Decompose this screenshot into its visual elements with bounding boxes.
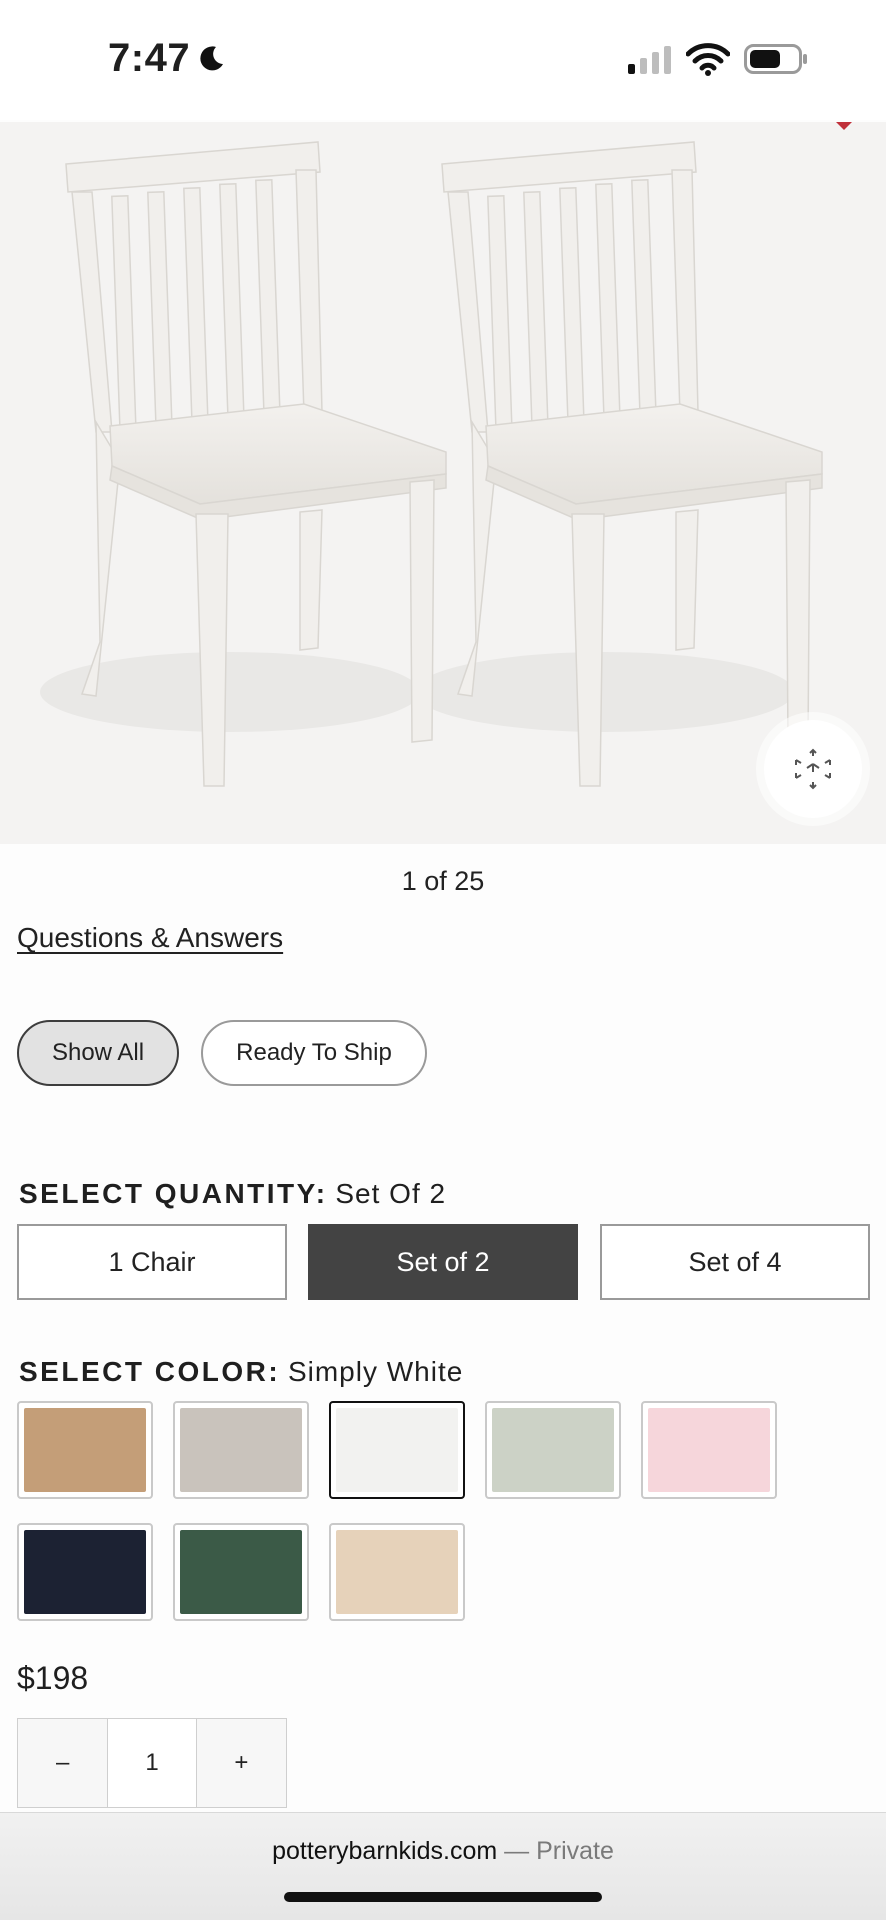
product-image[interactable]	[0, 122, 886, 844]
color-swatch[interactable]	[173, 1401, 309, 1499]
select-color-value: Simply White	[287, 1356, 464, 1387]
cellular-signal-icon	[628, 46, 671, 74]
chair-pair-illustration	[40, 141, 823, 787]
quantity-stepper: – 1 +	[17, 1718, 287, 1808]
swatch-color-fill	[492, 1408, 614, 1492]
image-counter: 1 of 25	[401, 866, 485, 896]
filter-ready-to-ship[interactable]: Ready To Ship	[201, 1020, 427, 1086]
increase-quantity-button[interactable]: +	[197, 1719, 286, 1807]
swatch-color-fill	[336, 1408, 458, 1492]
quantity-option-set-of-4[interactable]: Set of 4	[600, 1224, 870, 1300]
battery-icon	[744, 44, 807, 74]
moon-icon	[200, 45, 224, 70]
swatch-color-fill	[24, 1530, 146, 1614]
color-swatch[interactable]	[173, 1523, 309, 1621]
select-quantity-label: SELECT QUANTITY:	[19, 1178, 328, 1209]
swatch-color-fill	[336, 1530, 458, 1614]
select-color-heading: SELECT COLOR: Simply White	[19, 1356, 463, 1388]
wifi-icon	[686, 43, 730, 76]
quantity-option-set-of-2[interactable]: Set of 2	[308, 1224, 578, 1300]
decrease-quantity-button[interactable]: –	[18, 1719, 107, 1807]
color-swatch[interactable]	[17, 1523, 153, 1621]
home-indicator[interactable]	[284, 1892, 602, 1902]
swatch-color-fill	[180, 1408, 302, 1492]
address-text: potterybarnkids.com — Private	[0, 1837, 886, 1866]
product-price: $198	[17, 1660, 89, 1696]
browser-address-bar[interactable]: potterybarnkids.com — Private	[0, 1812, 886, 1920]
favorite-heart-icon[interactable]	[836, 122, 852, 130]
questions-answers-link[interactable]: Questions & Answers	[17, 922, 283, 954]
swatch-color-fill	[24, 1408, 146, 1492]
select-quantity-heading: SELECT QUANTITY: Set Of 2	[19, 1178, 446, 1210]
quantity-value[interactable]: 1	[107, 1719, 197, 1807]
select-quantity-value: Set Of 2	[335, 1178, 447, 1209]
clock: 7:47	[108, 36, 226, 81]
site-domain: potterybarnkids.com	[272, 1837, 498, 1865]
color-swatch[interactable]	[329, 1401, 465, 1499]
3d-cube-icon	[795, 748, 831, 790]
private-mode-label: — Private	[497, 1837, 614, 1865]
color-swatch[interactable]	[485, 1401, 621, 1499]
quantity-option-1-chair[interactable]: 1 Chair	[17, 1224, 287, 1300]
color-swatch[interactable]	[17, 1401, 153, 1499]
swatch-color-fill	[180, 1530, 302, 1614]
filter-show-all[interactable]: Show All	[17, 1020, 179, 1086]
status-bar: 7:47	[0, 0, 886, 120]
color-swatch[interactable]	[329, 1523, 465, 1621]
swatch-color-fill	[648, 1408, 770, 1492]
color-swatch[interactable]	[641, 1401, 777, 1499]
time-text: 7:47	[108, 36, 191, 80]
select-color-label: SELECT COLOR:	[19, 1356, 281, 1387]
view-in-room-ar-button[interactable]	[764, 720, 862, 818]
